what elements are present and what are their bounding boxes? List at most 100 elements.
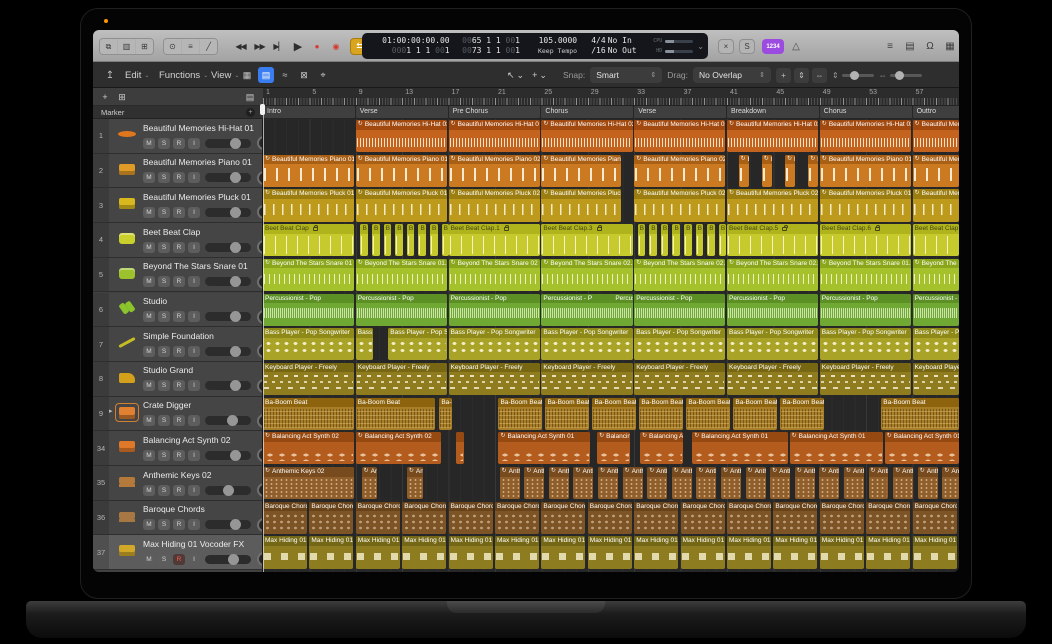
region[interactable]: B bbox=[360, 224, 368, 256]
drag-select[interactable]: No Overlap ⇕ bbox=[693, 67, 771, 83]
region[interactable]: Max Hiding 01 V bbox=[820, 536, 864, 568]
region[interactable]: ↻Balancing Act Synth 01 bbox=[692, 432, 788, 464]
input-monitor-button[interactable]: I bbox=[188, 346, 200, 357]
arrangement-marker[interactable]: Outtro bbox=[913, 106, 959, 118]
input-monitor-button[interactable]: I bbox=[188, 450, 200, 461]
region[interactable]: ↻Anthe bbox=[407, 467, 423, 499]
volume-slider[interactable] bbox=[205, 451, 251, 460]
lcd-time[interactable]: 01:00:00:00.000001 1 1 001 bbox=[366, 35, 450, 57]
region[interactable]: Bass Player - Pop Song bbox=[913, 328, 959, 360]
record-enable-button[interactable]: R bbox=[173, 138, 185, 149]
automation-icon[interactable]: ≈ bbox=[277, 67, 293, 83]
input-monitor-button[interactable]: I bbox=[188, 276, 200, 287]
track-header[interactable]: 37Max Hiding 01 Vocoder FXMSRI bbox=[93, 535, 263, 570]
region[interactable]: ↻Be bbox=[808, 155, 818, 187]
region[interactable]: Percussionist - Pop bbox=[913, 294, 959, 326]
region[interactable]: B bbox=[395, 224, 403, 256]
region[interactable]: Ba-Boom Beat bbox=[545, 398, 588, 430]
solo-button[interactable]: S bbox=[158, 554, 170, 565]
input-monitor-button[interactable]: I bbox=[188, 242, 200, 253]
region[interactable]: Baroque Chords bbox=[495, 502, 539, 534]
vertical-auto-zoom-icon[interactable]: ⇕ bbox=[794, 68, 809, 83]
region[interactable]: Baroque Chords bbox=[541, 502, 585, 534]
region[interactable]: Bass Player - Pop Songwriter bbox=[727, 328, 818, 360]
region[interactable]: ↻Beyond The Stars Snare 01.2 bbox=[820, 259, 911, 291]
region[interactable]: Percussionist - Pop bbox=[727, 294, 818, 326]
arrangement-marker[interactable]: Chorus bbox=[820, 106, 912, 118]
region[interactable]: Percussionist - Pop bbox=[356, 294, 447, 326]
record-button[interactable]: ● bbox=[309, 35, 324, 57]
region[interactable]: ↻Anthemic Keys 02 bbox=[263, 467, 354, 499]
region[interactable]: ↻Anthe bbox=[598, 467, 618, 499]
region[interactable]: Beet Beat Clap bbox=[913, 224, 959, 256]
add-track-button[interactable]: + bbox=[98, 91, 112, 103]
region[interactable]: B bbox=[672, 224, 680, 256]
functions-menu[interactable]: Functions ⌄ bbox=[159, 67, 208, 83]
playhead-handle[interactable] bbox=[260, 104, 265, 115]
region[interactable]: ↻Balancing Act Synth 01 bbox=[885, 432, 959, 464]
region[interactable]: Beet Beat Clap.3 bbox=[541, 224, 632, 256]
waveform-zoom-icon[interactable]: + bbox=[776, 68, 791, 83]
mute-button[interactable]: M bbox=[143, 346, 155, 357]
mute-button[interactable]: M bbox=[143, 276, 155, 287]
mute-button[interactable]: M bbox=[143, 172, 155, 183]
region[interactable]: Max Hiding 01 V bbox=[913, 536, 957, 568]
region[interactable]: ↻Anthe bbox=[549, 467, 569, 499]
solo-button[interactable]: S bbox=[158, 380, 170, 391]
region[interactable]: Keyboard Player - Freely bbox=[449, 363, 540, 395]
region[interactable]: Max Hiding 01 V bbox=[541, 536, 585, 568]
track-header[interactable]: 2Beautiful Memories Piano 01MSRI bbox=[93, 154, 263, 189]
region[interactable]: ↻Beyond The Stars Snare 02 bbox=[449, 259, 540, 291]
region[interactable]: ↻Be bbox=[762, 155, 772, 187]
region[interactable]: ↻Beautiful Memories Hi-Hat 03 bbox=[913, 120, 959, 152]
forward-button[interactable]: ▶▶ bbox=[252, 35, 267, 57]
controls-icon[interactable]: ≡ bbox=[182, 39, 199, 54]
volume-slider[interactable] bbox=[205, 208, 251, 217]
region[interactable]: ↻Balancing bbox=[597, 432, 630, 464]
duplicate-track-button[interactable]: ⊞ bbox=[115, 91, 129, 103]
region[interactable]: Ba-Boom Beat bbox=[263, 398, 354, 430]
region[interactable]: Bass Player - Pop Songwriter bbox=[263, 328, 354, 360]
input-monitor-button[interactable]: I bbox=[188, 138, 200, 149]
region[interactable]: Max Hiding 01 V bbox=[866, 536, 910, 568]
lcd-tempo[interactable]: 105.0000Keep Tempo bbox=[522, 35, 577, 57]
region[interactable]: ↻Anthe bbox=[647, 467, 667, 499]
region[interactable]: Max Hiding 01 V bbox=[356, 536, 400, 568]
region[interactable]: ↻Beyond The Stars Snare 02.1 bbox=[541, 259, 632, 291]
region[interactable]: ↻Balancing Act Synth 01 bbox=[498, 432, 589, 464]
input-monitor-button[interactable]: I bbox=[188, 172, 200, 183]
project-browsers-icon[interactable]: ⧉ bbox=[100, 39, 117, 54]
record-enable-button[interactable]: R bbox=[173, 346, 185, 357]
region[interactable]: Max Hiding 01 V bbox=[402, 536, 446, 568]
region[interactable]: B bbox=[649, 224, 657, 256]
input-monitor-button[interactable]: I bbox=[188, 311, 200, 322]
region[interactable]: ↻Anthe bbox=[942, 467, 959, 499]
region[interactable]: Baroque Chords bbox=[681, 502, 725, 534]
region[interactable]: ↻Beyond The Stars Snare 01 bbox=[263, 259, 354, 291]
region[interactable]: B bbox=[384, 224, 392, 256]
region[interactable]: B bbox=[661, 224, 669, 256]
mixer-toggle-icon[interactable]: ▥ bbox=[118, 39, 135, 54]
region[interactable]: Baroque Chords bbox=[820, 502, 864, 534]
volume-slider[interactable] bbox=[205, 347, 251, 356]
tuner-icon[interactable]: ⊙ bbox=[164, 39, 181, 54]
solo-button[interactable]: S bbox=[158, 276, 170, 287]
vertical-zoom-slider[interactable]: ⇕ bbox=[832, 71, 874, 80]
region[interactable]: Baroque Chords bbox=[402, 502, 446, 534]
region[interactable]: B bbox=[407, 224, 415, 256]
mute-button[interactable]: M bbox=[143, 519, 155, 530]
region[interactable]: ↻Anthe bbox=[672, 467, 692, 499]
region[interactable]: Ba-Boom Beat bbox=[356, 398, 436, 430]
record-enable-button[interactable]: R bbox=[173, 554, 185, 565]
input-monitor-button[interactable]: I bbox=[188, 415, 200, 426]
region[interactable]: B bbox=[372, 224, 380, 256]
region[interactable]: B bbox=[719, 224, 727, 256]
record-enable-button[interactable]: R bbox=[173, 415, 185, 426]
regions-view-icon[interactable]: ▤ bbox=[258, 67, 274, 83]
track-header[interactable]: 3Beautiful Memories Pluck 01MSRI bbox=[93, 188, 263, 223]
solo-button[interactable]: S bbox=[158, 242, 170, 253]
region[interactable]: Keyboard Player - Freely bbox=[356, 363, 447, 395]
input-monitor-button[interactable]: I bbox=[188, 207, 200, 218]
track-header[interactable]: 1Beautiful Memories Hi-Hat 01MSRI bbox=[93, 119, 263, 154]
solo-mode-button[interactable]: S bbox=[739, 39, 755, 54]
